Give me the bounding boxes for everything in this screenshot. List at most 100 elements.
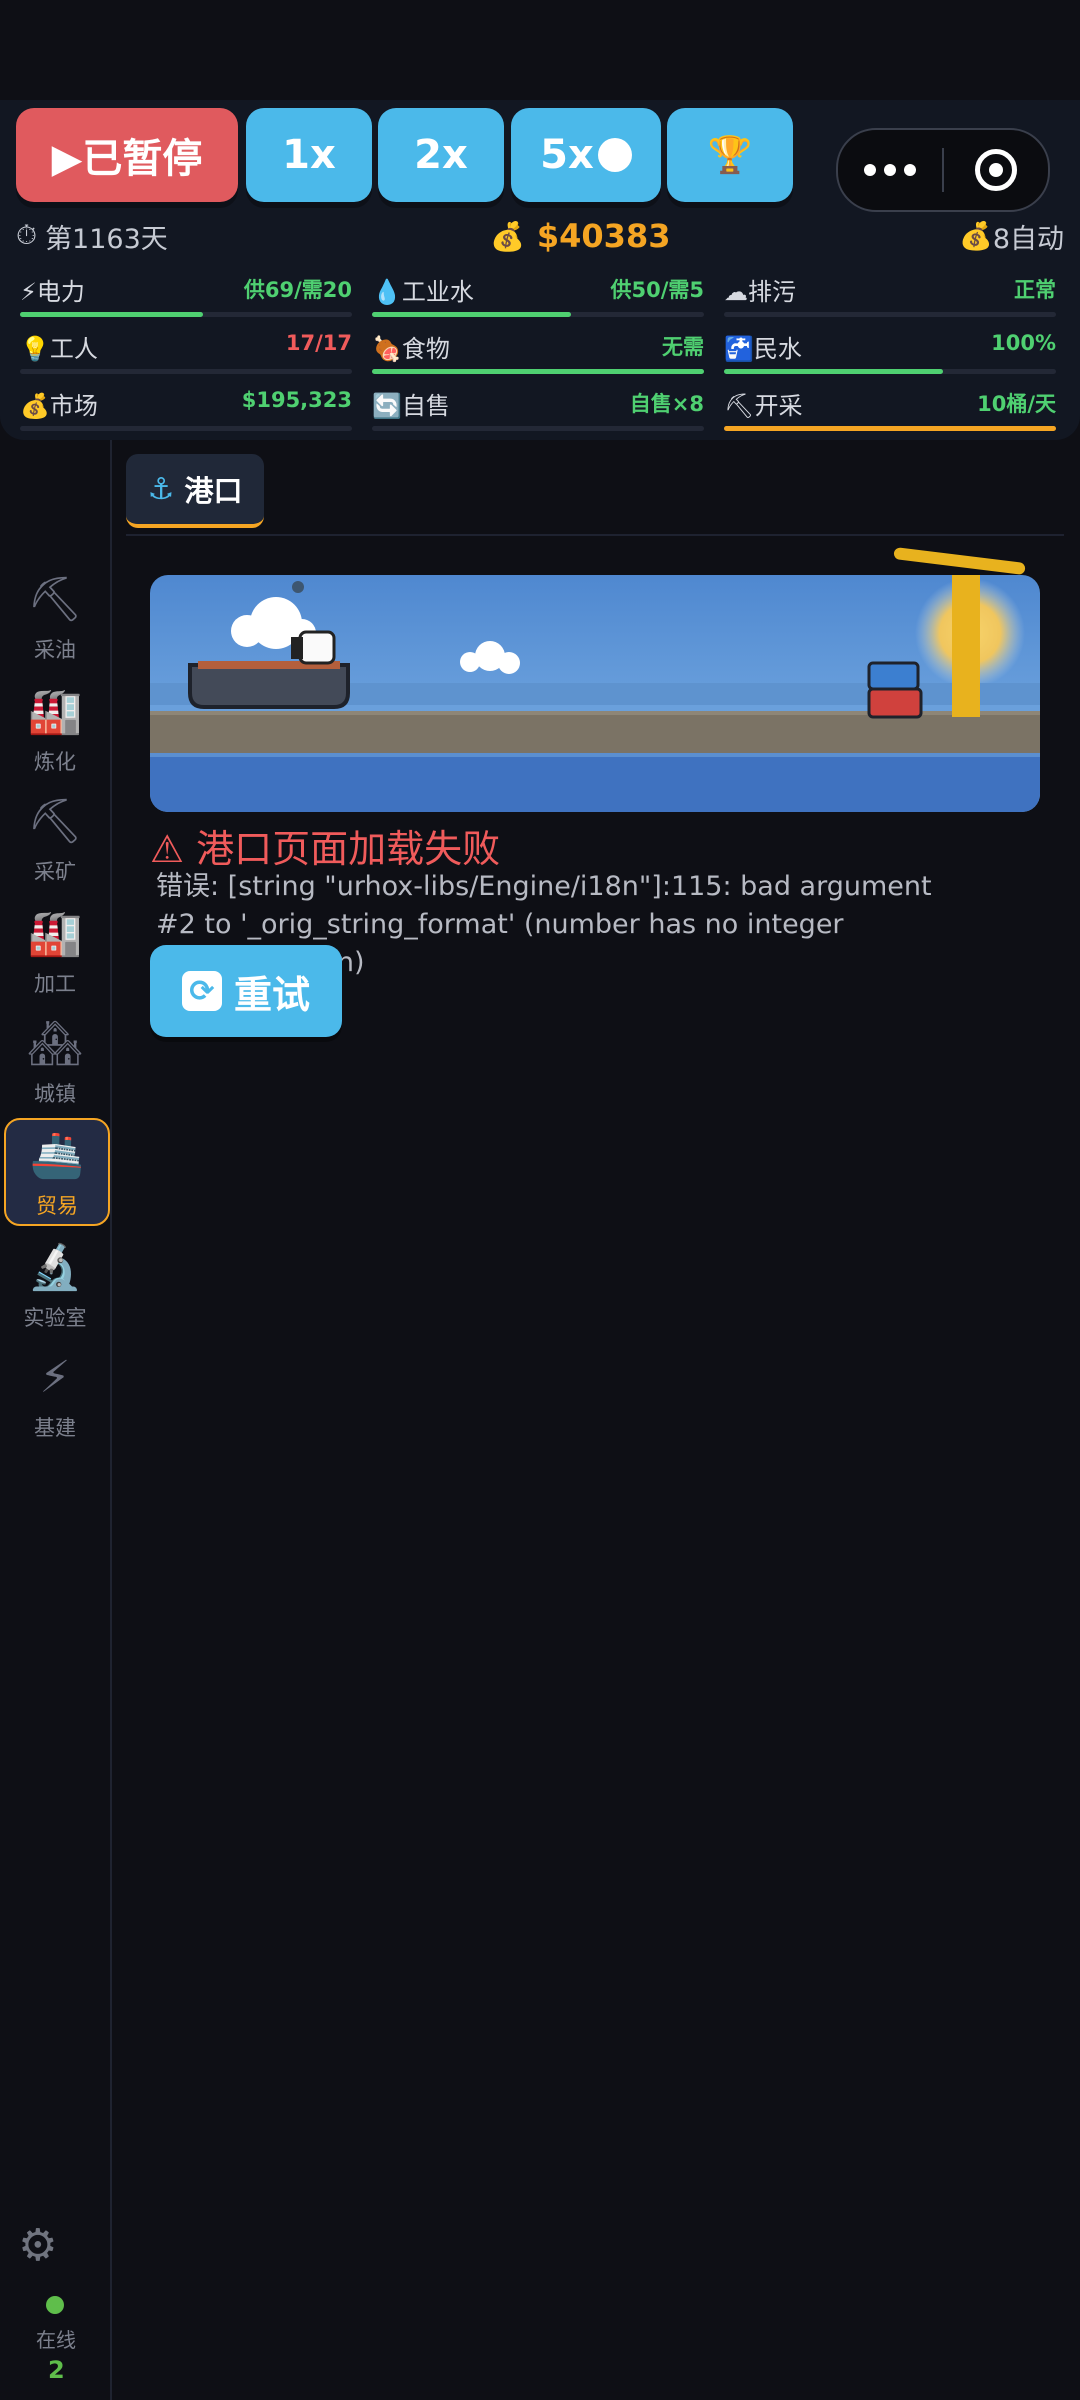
stat-label: 💰市场 <box>20 392 98 420</box>
stat-progress-fill <box>724 369 944 374</box>
day-text: 第1163天 <box>45 223 168 255</box>
pause-button[interactable]: ▶已暂停 <box>16 108 238 202</box>
sidebar-item-2[interactable]: ⛏ 采矿 <box>4 786 106 890</box>
anchor-icon: ⚓ <box>147 471 175 507</box>
stat-value: 无需 <box>662 335 704 359</box>
toggle-dot-icon <box>597 138 632 172</box>
sidebar-item-label: 基建 <box>34 1416 76 1440</box>
miniprogram-capsule <box>836 128 1050 212</box>
speed-5x-label: 5x <box>540 132 594 178</box>
sidebar-item-3[interactable]: 🏭 加工 <box>4 898 106 1002</box>
auto-text: 8自动 <box>992 223 1064 255</box>
speed-5x-button[interactable]: 5x <box>511 108 661 202</box>
sidebar-item-icon: 🏘 <box>27 1018 83 1069</box>
sidebar-item-icon: 🏭 <box>27 686 83 737</box>
sidebar-item-icon: 🚢 <box>29 1130 85 1181</box>
trophy-button[interactable]: 🏆 <box>667 108 793 202</box>
stat-icon: 💰 <box>20 392 50 420</box>
stat-3: 💡工人 17/17 <box>20 329 352 385</box>
stat-progress-track <box>372 369 704 374</box>
gear-icon[interactable]: ⚙ <box>18 2220 57 2271</box>
online-count: 2 <box>48 2356 65 2384</box>
container-stack-icon <box>867 661 923 719</box>
stat-label: 🚰民水 <box>724 335 802 363</box>
stat-4: 🍖食物 无需 <box>372 329 704 385</box>
stat-progress-fill <box>20 312 203 317</box>
stat-icon: ⛏ <box>724 392 755 420</box>
stat-value: 自售×8 <box>629 392 704 416</box>
sidebar-item-7[interactable]: ⚡ 基建 <box>4 1342 106 1446</box>
stat-progress-track <box>20 312 352 317</box>
retry-button[interactable]: ⟳ 重试 <box>150 945 342 1037</box>
sidebar-item-6[interactable]: 🔬 实验室 <box>4 1232 106 1336</box>
crane-tower <box>952 575 980 717</box>
stat-value: 供69/需20 <box>243 278 352 302</box>
close-target-icon[interactable] <box>944 149 1048 191</box>
stat-value: $195,323 <box>241 388 352 412</box>
stat-icon: 💧 <box>372 278 402 306</box>
stat-8: ⛏开采 10桶/天 <box>724 386 1056 442</box>
sidebar-item-4[interactable]: 🏘 城镇 <box>4 1008 106 1112</box>
stat-2: ☁排污 正常 <box>724 272 1056 328</box>
retry-label: 重试 <box>233 972 310 1017</box>
online-status-dot <box>46 2296 64 2314</box>
stat-progress-track <box>724 369 1056 374</box>
stat-progress-fill <box>724 426 1056 431</box>
sidebar-item-label: 炼化 <box>34 750 76 774</box>
more-menu-icon[interactable] <box>838 164 942 176</box>
sidebar-item-0[interactable]: ⛏ 采油 <box>4 564 106 668</box>
speed-1x-button[interactable]: 1x <box>246 108 372 202</box>
sidebar-item-label: 贸易 <box>36 1194 78 1218</box>
money-bag-icon: 💰 <box>959 221 993 252</box>
stat-value: 供50/需5 <box>610 278 704 302</box>
sidebar-item-icon: 🔬 <box>27 1242 83 1293</box>
stat-icon: 🚰 <box>724 335 754 363</box>
stat-1: 💧工业水 供50/需5 <box>372 272 704 328</box>
stat-icon: 🔄 <box>372 392 402 420</box>
stat-label: ⛏开采 <box>724 392 803 420</box>
auto-sell-indicator[interactable]: 💰 8自动 <box>959 214 1064 258</box>
stat-icon: 🍖 <box>372 335 402 363</box>
sidebar-item-icon: ⛏ <box>27 574 83 625</box>
stat-value: 正常 <box>1014 278 1056 302</box>
money-bag-icon: 💰 <box>490 219 525 253</box>
sidebar-item-1[interactable]: 🏭 炼化 <box>4 676 106 780</box>
sidebar-item-label: 实验室 <box>23 1306 87 1330</box>
crane-arm <box>893 547 1026 576</box>
stat-progress-track <box>372 312 704 317</box>
sidebar-item-5[interactable]: 🚢 贸易 <box>4 1118 110 1226</box>
stat-progress-track <box>724 426 1056 431</box>
tab-divider <box>126 534 1064 536</box>
day-counter: ⏱ 第1163天 <box>16 214 168 258</box>
sidebar-item-label: 采油 <box>34 638 76 662</box>
money-text: $40383 <box>536 217 671 255</box>
tab-label: 港口 <box>184 474 243 508</box>
stat-progress-fill <box>372 312 572 317</box>
stat-0: ⚡电力 供69/需20 <box>20 272 352 328</box>
speed-2x-button[interactable]: 2x <box>378 108 504 202</box>
sidebar-item-label: 城镇 <box>34 1082 76 1106</box>
stat-progress-track <box>20 369 352 374</box>
online-label: 在线 <box>36 2328 76 2352</box>
stat-progress-track <box>724 312 1056 317</box>
stat-6: 💰市场 $195,323 <box>20 386 352 442</box>
stat-progress-track <box>372 426 704 431</box>
money-display: 💰 $40383 <box>490 214 670 258</box>
stat-label: 💧工业水 <box>372 278 474 306</box>
stat-icon: 💡 <box>20 335 50 363</box>
port-illustration <box>150 575 1040 812</box>
stat-label: 🍖食物 <box>372 335 450 363</box>
tab-port[interactable]: ⚓ 港口 <box>126 454 264 528</box>
stat-label: 🔄自售 <box>372 392 450 420</box>
stat-label: ☁排污 <box>724 278 796 306</box>
stat-value: 100% <box>991 331 1056 355</box>
stat-progress-track <box>20 426 352 431</box>
stat-7: 🔄自售 自售×8 <box>372 386 704 442</box>
sidebar-item-icon: ⛏ <box>27 796 83 847</box>
sidebar-item-icon: 🏭 <box>27 908 83 959</box>
stat-value: 10桶/天 <box>977 392 1056 416</box>
sidebar-item-label: 采矿 <box>34 860 76 884</box>
refresh-icon: ⟳ <box>181 971 222 1011</box>
stat-icon: ☁ <box>724 278 748 306</box>
trophy-icon: 🏆 <box>707 135 753 176</box>
